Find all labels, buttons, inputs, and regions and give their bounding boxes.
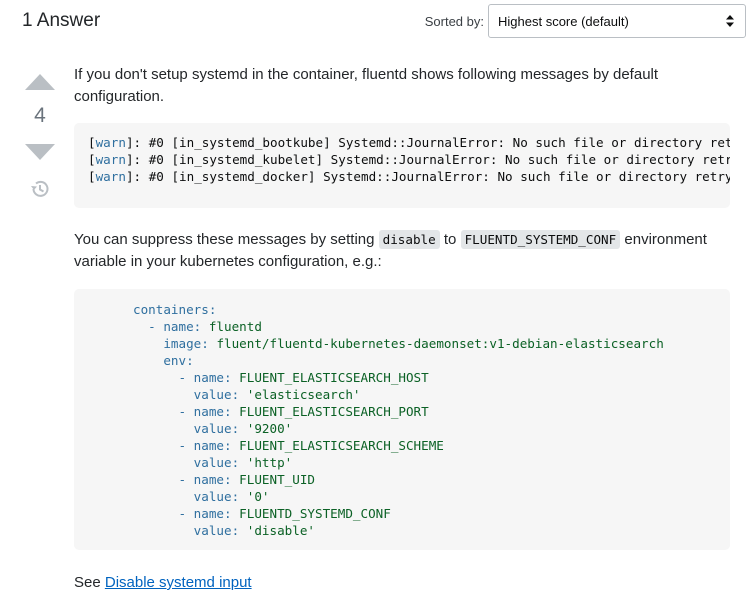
yaml-value: FLUENT_ELASTICSEARCH_PORT bbox=[239, 404, 429, 419]
see-prefix: See bbox=[74, 574, 105, 591]
warn-code-block: [warn]: #0 [in_systemd_bootkube] Systemd… bbox=[74, 123, 730, 208]
warn-code: [warn]: #0 [in_systemd_bootkube] Systemd… bbox=[88, 134, 730, 185]
select-arrows-icon bbox=[726, 15, 734, 27]
warn-line-text: : #0 [in_systemd_kubelet] Systemd::Journ… bbox=[133, 152, 730, 167]
p2-text-mid: to bbox=[439, 231, 461, 248]
yaml-value: 'disable' bbox=[246, 523, 316, 538]
disable-systemd-input-link[interactable]: Disable systemd input bbox=[105, 574, 252, 591]
p2-text-before: You can suppress these messages by setti… bbox=[74, 231, 379, 248]
inline-code-env-var: FLUENTD_SYSTEMD_CONF bbox=[460, 230, 621, 249]
yaml-key: containers: bbox=[133, 302, 217, 317]
yaml-key: value: bbox=[193, 489, 240, 504]
yaml-key: - name: bbox=[178, 506, 232, 521]
yaml-value: fluentd bbox=[208, 319, 262, 334]
yaml-key: value: bbox=[193, 455, 240, 470]
yaml-code: containers: - name: fluentd image: fluen… bbox=[133, 301, 664, 539]
yaml-key: value: bbox=[193, 421, 240, 436]
yaml-key: - name: bbox=[178, 404, 232, 419]
yaml-key: - name: bbox=[148, 319, 202, 334]
yaml-value: FLUENT_ELASTICSEARCH_SCHEME bbox=[239, 438, 444, 453]
yaml-key: - name: bbox=[178, 370, 232, 385]
inline-code-disable: disable bbox=[378, 230, 440, 249]
warn-level: warn bbox=[95, 169, 126, 184]
sort-label: Sorted by: bbox=[424, 14, 484, 29]
yaml-key: image: bbox=[163, 336, 209, 351]
yaml-value: '0' bbox=[246, 489, 270, 504]
yaml-value: FLUENT_UID bbox=[239, 472, 315, 487]
answers-header: 1 Answer Sorted by: Highest score (defau… bbox=[22, 0, 746, 44]
warn-level: warn bbox=[95, 152, 126, 167]
arrow-up-icon[interactable] bbox=[24, 70, 56, 92]
yaml-value: 'http' bbox=[246, 455, 293, 470]
yaml-value: '9200' bbox=[246, 421, 293, 436]
warn-level: warn bbox=[95, 135, 126, 150]
yaml-value: fluent/fluentd-kubernetes-daemonset:v1-d… bbox=[216, 336, 664, 351]
sort-select[interactable]: Highest score (default) bbox=[488, 4, 746, 38]
yaml-key: env: bbox=[163, 353, 194, 368]
yaml-key: value: bbox=[193, 387, 240, 402]
warn-line-text: : #0 [in_systemd_bootkube] Systemd::Jour… bbox=[133, 135, 730, 150]
yaml-code-block: containers: - name: fluentd image: fluen… bbox=[74, 289, 730, 550]
yaml-value: FLUENTD_SYSTEMD_CONF bbox=[239, 506, 391, 521]
yaml-key: - name: bbox=[178, 472, 232, 487]
sort-select-value: Highest score (default) bbox=[498, 13, 629, 29]
answers-count-title: 1 Answer bbox=[22, 10, 101, 31]
yaml-key: value: bbox=[193, 523, 240, 538]
history-icon[interactable] bbox=[29, 178, 51, 200]
yaml-value: 'elasticsearch' bbox=[246, 387, 361, 402]
warn-line-text: : #0 [in_systemd_docker] Systemd::Journa… bbox=[133, 169, 730, 184]
yaml-value: FLUENT_ELASTICSEARCH_HOST bbox=[239, 370, 429, 385]
answer-paragraph-1: If you don't setup systemd in the contai… bbox=[74, 66, 659, 105]
vote-count: 4 bbox=[34, 104, 46, 127]
answer-paragraph-3: See Disable systemd input bbox=[74, 572, 252, 594]
yaml-key: - name: bbox=[178, 438, 232, 453]
arrow-down-icon[interactable] bbox=[24, 142, 56, 164]
answer-paragraph-2: You can suppress these messages by setti… bbox=[74, 229, 730, 273]
